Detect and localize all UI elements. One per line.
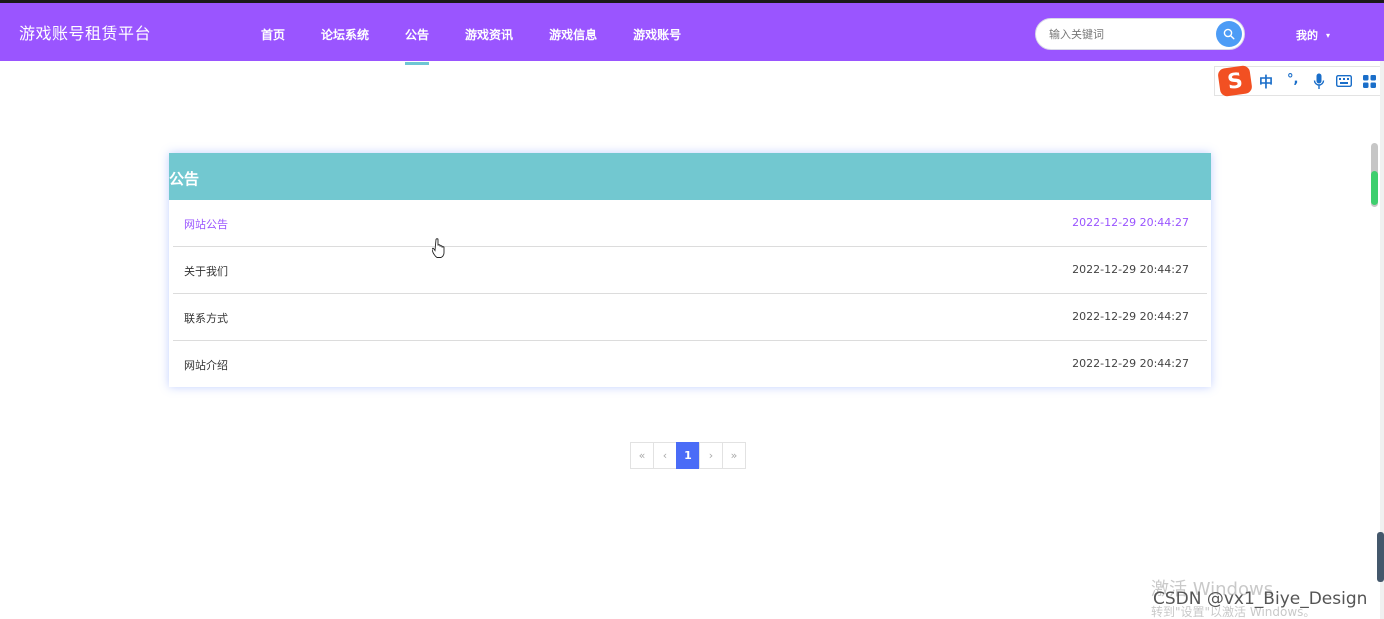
nav-forum[interactable]: 论坛系统 — [321, 3, 369, 61]
pagination: « ‹ 1 › » — [630, 442, 746, 469]
ime-toolbar: S 中 °, — [1214, 64, 1384, 98]
notice-time: 2022-12-29 20:44:27 — [1072, 263, 1189, 276]
notice-time: 2022-12-29 20:44:27 — [1072, 216, 1189, 229]
microphone-icon[interactable] — [1313, 73, 1325, 90]
notice-time: 2022-12-29 20:44:27 — [1072, 310, 1189, 323]
page-first-button[interactable]: « — [630, 442, 654, 469]
main-nav: 首页 论坛系统 公告 游戏资讯 游戏信息 游戏账号 — [261, 3, 717, 65]
user-menu[interactable]: 我的 ▾ — [1296, 27, 1330, 43]
notice-title[interactable]: 网站介绍 — [184, 357, 228, 373]
nav-notice[interactable]: 公告 — [405, 3, 430, 65]
site-brand[interactable]: 游戏账号租赁平台 — [19, 20, 151, 44]
nav-game-account[interactable]: 游戏账号 — [633, 3, 681, 61]
search-input[interactable] — [1049, 25, 1209, 43]
scrollbar[interactable] — [1371, 143, 1379, 207]
ime-chinese-mode[interactable]: 中 — [1259, 72, 1273, 92]
notice-title[interactable]: 联系方式 — [184, 310, 228, 326]
sogou-logo-icon[interactable]: S — [1217, 64, 1253, 98]
notice-row[interactable]: 网站介绍 2022-12-29 20:44:27 — [173, 341, 1207, 388]
user-menu-label: 我的 — [1296, 29, 1318, 42]
notice-row[interactable]: 关于我们 2022-12-29 20:44:27 — [173, 247, 1207, 294]
csdn-watermark: CSDN @vx1_Biye_Design — [1153, 589, 1368, 609]
nav-game-news[interactable]: 游戏资讯 — [465, 3, 513, 61]
notice-title[interactable]: 网站公告 — [184, 216, 228, 232]
notice-row[interactable]: 网站公告 2022-12-29 20:44:27 — [173, 200, 1207, 247]
side-handle[interactable] — [1377, 532, 1384, 582]
keyboard-icon[interactable] — [1336, 75, 1352, 87]
nav-game-info[interactable]: 游戏信息 — [549, 3, 597, 61]
ime-punctuation[interactable]: °, — [1287, 72, 1298, 87]
nav-home[interactable]: 首页 — [261, 3, 285, 61]
page-next-button[interactable]: › — [699, 442, 723, 469]
notice-title[interactable]: 关于我们 — [184, 263, 228, 279]
top-navbar: 游戏账号租赁平台 首页 论坛系统 公告 游戏资讯 游戏信息 游戏账号 我的 ▾ — [0, 3, 1384, 65]
scrollbar-indicator — [1371, 171, 1378, 205]
page-current-button[interactable]: 1 — [676, 442, 700, 469]
hand-cursor-icon — [432, 238, 445, 258]
notice-row[interactable]: 联系方式 2022-12-29 20:44:27 — [173, 294, 1207, 341]
notice-time: 2022-12-29 20:44:27 — [1072, 357, 1189, 370]
panel-title: 公告 — [169, 153, 1211, 200]
search-icon — [1223, 28, 1235, 40]
chevron-down-icon: ▾ — [1326, 31, 1331, 40]
page-prev-button[interactable]: ‹ — [653, 442, 677, 469]
page-last-button[interactable]: » — [722, 442, 746, 469]
search-box — [1035, 18, 1245, 50]
grid-menu-icon[interactable] — [1363, 75, 1376, 88]
search-button[interactable] — [1216, 21, 1242, 47]
notice-panel: 公告 网站公告 2022-12-29 20:44:27 关于我们 2022-12… — [169, 153, 1211, 387]
